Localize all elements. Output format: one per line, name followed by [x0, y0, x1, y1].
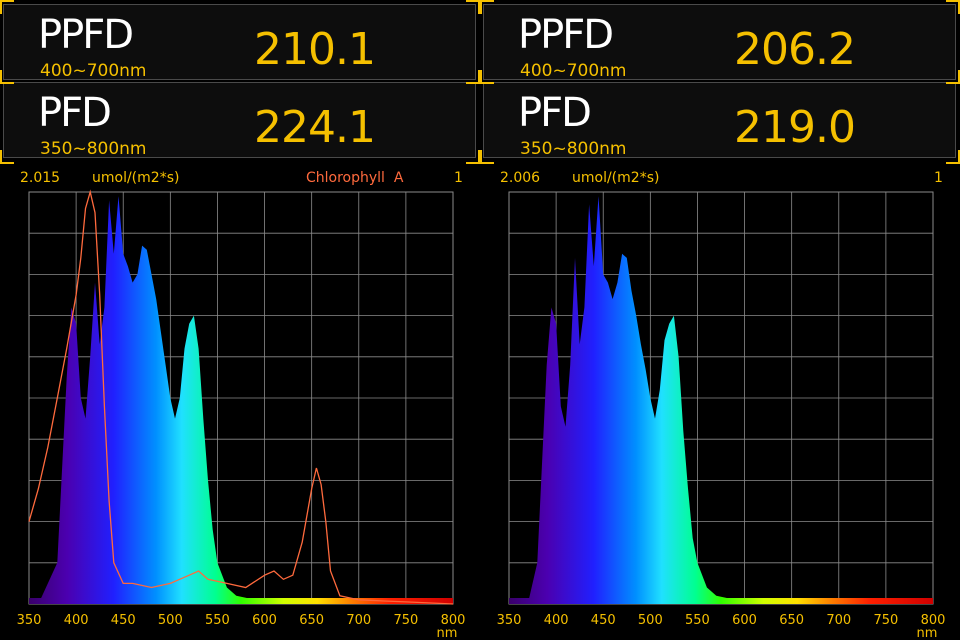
x-tick-label: 750 — [873, 613, 898, 628]
x-tick-label: 550 — [205, 613, 230, 628]
x-tick-label: 400 — [544, 613, 569, 628]
x-tick-label: 550 — [685, 613, 710, 628]
x-tick-label: 500 — [638, 613, 663, 628]
spectrum-charts: 350 400 450 500 550 600 650 700 750 800nm350 400 45… — [17, 189, 945, 640]
x-unit-label: nm — [917, 626, 938, 640]
x-unit-label: nm — [437, 626, 458, 640]
x-tick-label: 350 — [497, 613, 522, 628]
x-tick-label: 500 — [158, 613, 183, 628]
x-tick-label: 450 — [591, 613, 616, 628]
x-tick-label: 700 — [826, 613, 851, 628]
x-tick-label: 450 — [111, 613, 136, 628]
x-tick-label: 750 — [393, 613, 418, 628]
x-tick-label: 650 — [299, 613, 324, 628]
x-tick-label: 350 — [17, 613, 42, 628]
x-tick-label: 400 — [64, 613, 89, 628]
x-tick-label: 650 — [779, 613, 804, 628]
x-tick-label: 600 — [252, 613, 277, 628]
x-tick-label: 600 — [732, 613, 757, 628]
x-tick-label: 700 — [346, 613, 371, 628]
